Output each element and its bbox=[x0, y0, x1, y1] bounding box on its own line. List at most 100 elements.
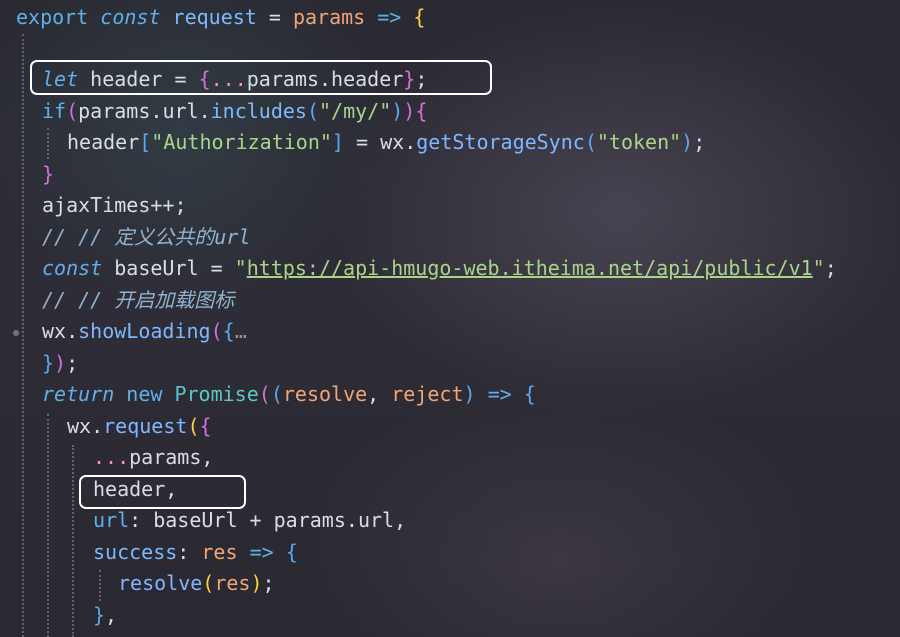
code-line[interactable]: }, bbox=[93, 600, 117, 631]
code-token: baseUrl bbox=[153, 508, 250, 532]
code-token: res bbox=[214, 571, 251, 595]
code-token: } bbox=[42, 351, 55, 375]
code-token: resolve bbox=[118, 571, 203, 595]
code-token: getStorageSync bbox=[416, 130, 585, 154]
code-token: let bbox=[42, 67, 91, 91]
code-token: = bbox=[210, 256, 235, 280]
code-editor[interactable]: export const request = params => { let he… bbox=[0, 0, 900, 637]
code-token: ) bbox=[391, 99, 404, 123]
code-token: { bbox=[413, 5, 426, 29]
code-token: url bbox=[93, 508, 130, 532]
code-token: ; bbox=[415, 67, 428, 91]
code-token: header bbox=[90, 67, 175, 91]
code-token: ] bbox=[331, 130, 344, 154]
code-line[interactable]: wx.showLoading({… bbox=[42, 316, 247, 347]
code-token: ... bbox=[210, 67, 247, 91]
code-token: ; bbox=[66, 351, 79, 375]
code-line[interactable]: let header = {...params.header}; bbox=[42, 64, 427, 95]
code-line[interactable]: if(params.url.includes("/my/")){ bbox=[42, 96, 427, 127]
code-token: return bbox=[42, 382, 127, 406]
code-token: ( bbox=[187, 414, 200, 438]
code-token: ++; bbox=[150, 193, 187, 217]
code-token: params bbox=[273, 508, 346, 532]
fold-indicator[interactable] bbox=[13, 330, 19, 336]
code-token: header bbox=[67, 130, 140, 154]
code-token: ; bbox=[824, 256, 837, 280]
indent-guide bbox=[72, 445, 74, 637]
code-token: => bbox=[475, 382, 524, 406]
code-token: => bbox=[249, 540, 286, 564]
code-token: success bbox=[93, 540, 178, 564]
code-line[interactable]: }); bbox=[42, 348, 78, 379]
code-token: export bbox=[16, 5, 101, 29]
code-token: ... bbox=[93, 445, 130, 469]
code-token: wx bbox=[380, 130, 405, 154]
code-line[interactable]: export const request = params => { bbox=[16, 2, 425, 33]
code-token: ) bbox=[681, 130, 694, 154]
code-token: { bbox=[199, 414, 212, 438]
code-token: "Authorization" bbox=[151, 130, 332, 154]
code-line[interactable]: success: res => { bbox=[93, 537, 298, 568]
code-token: request bbox=[172, 5, 269, 29]
code-token: request bbox=[103, 414, 188, 438]
code-token: header bbox=[331, 67, 404, 91]
code-token: wx bbox=[42, 319, 67, 343]
code-token: { bbox=[415, 99, 428, 123]
code-token: , bbox=[165, 477, 178, 501]
code-token: , bbox=[105, 603, 118, 627]
code-token: ) bbox=[54, 351, 67, 375]
code-token: } bbox=[403, 67, 416, 91]
code-token: ; bbox=[693, 130, 706, 154]
code-token: . bbox=[404, 130, 417, 154]
indent-guide bbox=[22, 34, 24, 637]
code-line[interactable]: const baseUrl = "https://api-hmugo-web.i… bbox=[42, 253, 837, 284]
code-token: + bbox=[249, 508, 274, 532]
code-token: ) bbox=[403, 99, 416, 123]
code-token: ) bbox=[463, 382, 476, 406]
code-token: ) bbox=[250, 571, 263, 595]
code-token: new bbox=[126, 382, 175, 406]
code-token: ( bbox=[66, 99, 79, 123]
code-token: = bbox=[174, 67, 199, 91]
code-token: { bbox=[523, 382, 536, 406]
code-token: params bbox=[78, 99, 151, 123]
code-token: = bbox=[343, 130, 381, 154]
code-line[interactable]: ajaxTimes++; bbox=[42, 190, 187, 221]
code-token: params bbox=[292, 5, 378, 29]
code-token: showLoading bbox=[78, 319, 211, 343]
code-token: includes bbox=[210, 99, 307, 123]
code-token: . bbox=[66, 319, 79, 343]
code-token: [ bbox=[139, 130, 152, 154]
indent-guide bbox=[47, 414, 49, 637]
code-token: ; bbox=[262, 571, 275, 595]
code-token: => bbox=[377, 5, 414, 29]
code-token: = bbox=[268, 5, 293, 29]
code-line[interactable]: url: baseUrl + params.url, bbox=[93, 505, 406, 536]
code-line[interactable]: return new Promise((resolve, reject) => … bbox=[42, 379, 536, 410]
code-line[interactable]: } bbox=[42, 159, 54, 190]
code-token: ( bbox=[270, 382, 283, 406]
code-token: : bbox=[129, 508, 154, 532]
code-token: header bbox=[93, 477, 166, 501]
code-token: , bbox=[394, 508, 407, 532]
code-token: … bbox=[234, 319, 247, 343]
code-line[interactable]: header["Authorization"] = wx.getStorageS… bbox=[67, 127, 705, 158]
code-token: // // 定义公共的url bbox=[42, 225, 251, 249]
code-token: , bbox=[201, 445, 214, 469]
code-token: ( bbox=[584, 130, 597, 154]
code-line[interactable]: // // 定义公共的url bbox=[42, 222, 250, 253]
code-token: . bbox=[150, 99, 163, 123]
code-token: { bbox=[222, 319, 235, 343]
code-token: . bbox=[91, 414, 104, 438]
code-token: "token" bbox=[596, 130, 682, 154]
code-line[interactable]: header, bbox=[93, 474, 177, 505]
code-line[interactable]: ...params, bbox=[93, 442, 213, 473]
code-token: const bbox=[42, 256, 115, 280]
code-line[interactable]: resolve(res); bbox=[118, 568, 275, 599]
code-token: ( bbox=[202, 571, 215, 595]
code-line[interactable]: // // 开启加载图标 bbox=[42, 285, 234, 316]
code-token: ( bbox=[210, 319, 223, 343]
code-token: "/my/" bbox=[318, 99, 392, 123]
code-line[interactable]: wx.request({ bbox=[67, 411, 212, 442]
code-token: , bbox=[367, 382, 392, 406]
